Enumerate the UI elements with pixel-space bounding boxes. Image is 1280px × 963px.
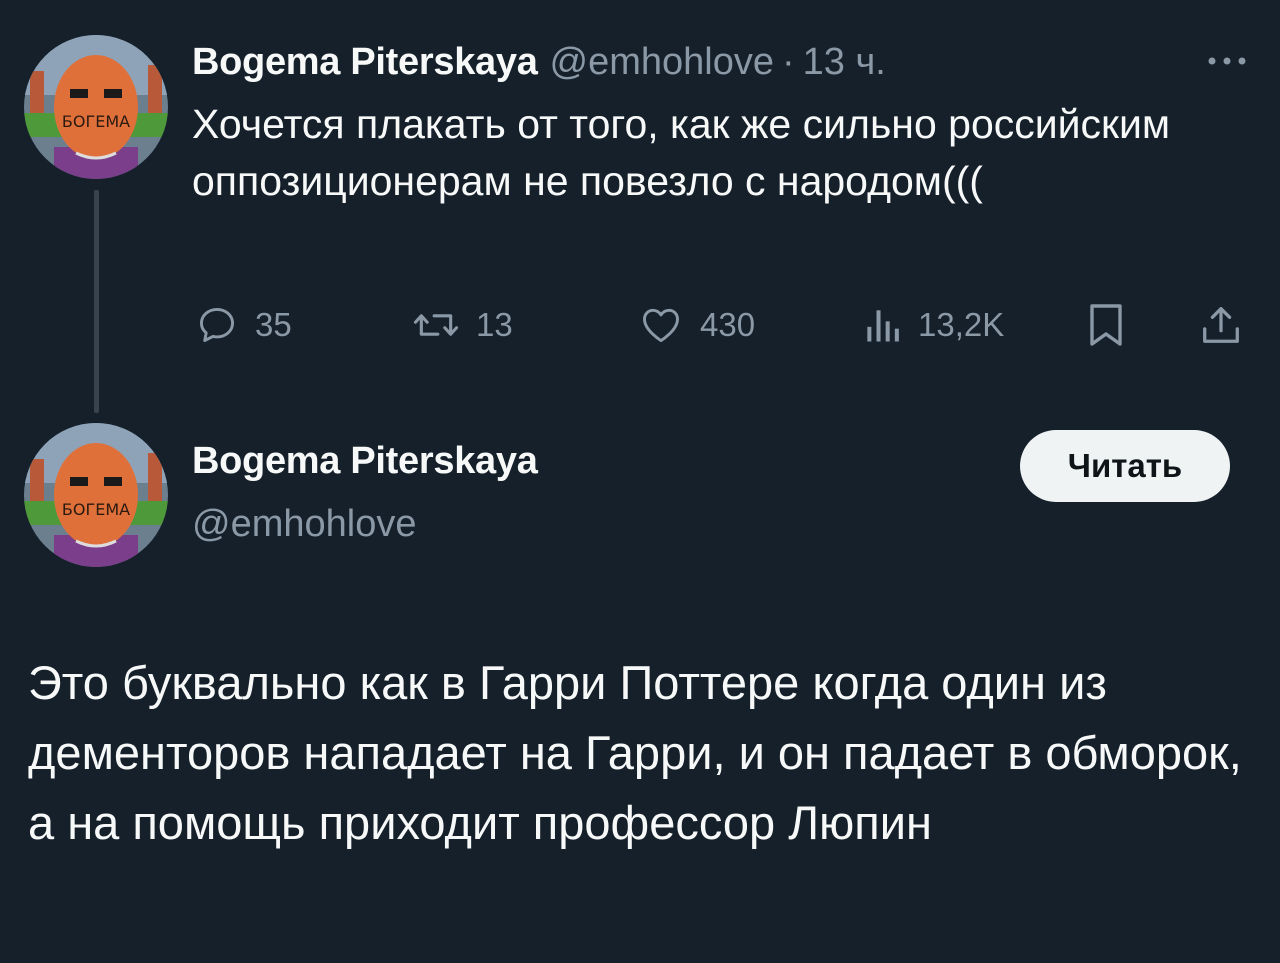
author-avatar[interactable]: БОГЕМА: [24, 35, 168, 179]
svg-text:БОГЕМА: БОГЕМА: [62, 112, 130, 131]
tweet-header: Bogema Piterskaya @emhohlove · 13 ч.: [192, 38, 886, 86]
heart-icon: [643, 308, 679, 343]
like-button[interactable]: 430: [638, 300, 755, 350]
tweet-timestamp[interactable]: 13 ч.: [803, 41, 886, 84]
share-button[interactable]: [1198, 300, 1260, 350]
views-bars-icon: [867, 310, 899, 342]
follow-button[interactable]: Читать: [1020, 430, 1230, 502]
reply-count: 35: [255, 306, 292, 343]
share-upload-icon: [1203, 307, 1239, 343]
bookmark-button[interactable]: [1086, 300, 1142, 350]
more-dots-icon[interactable]: [1202, 46, 1252, 76]
profile-display-name[interactable]: Bogema Piterskaya: [192, 440, 538, 483]
bookmark-icon: [1090, 304, 1122, 346]
retweet-count: 13: [476, 306, 513, 343]
retweet-button[interactable]: 13: [412, 300, 513, 350]
thread-connector-line: [94, 190, 99, 413]
profile-handle[interactable]: @emhohlove: [192, 503, 416, 546]
profile-avatar[interactable]: БОГЕМА: [24, 423, 168, 567]
profile-bio: Это буквально как в Гарри Поттере когда …: [28, 656, 1242, 849]
author-display-name[interactable]: Bogema Piterskaya: [192, 41, 538, 84]
like-count: 430: [700, 306, 756, 343]
tweet-text: Хочется плакать от того, как же сильно р…: [192, 101, 1171, 204]
reply-bubble-icon: [199, 307, 235, 343]
header-separator: ·: [782, 40, 795, 83]
retweet-arrows-icon: [413, 314, 459, 336]
views-count: 13,2K: [918, 306, 1005, 343]
author-handle[interactable]: @emhohlove: [550, 41, 774, 84]
views-button[interactable]: 13,2K: [862, 300, 1004, 350]
reply-button[interactable]: 35: [195, 300, 292, 350]
svg-text:БОГЕМА: БОГЕМА: [62, 500, 130, 519]
